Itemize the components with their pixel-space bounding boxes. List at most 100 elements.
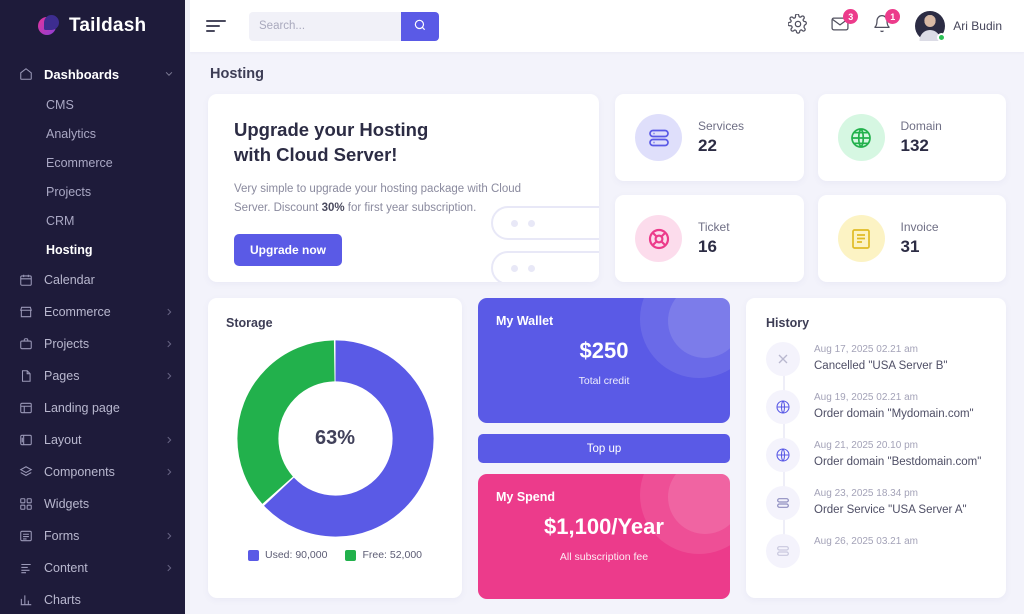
sidebar-item-label: Calendar xyxy=(44,273,95,287)
globe-icon xyxy=(766,390,800,424)
stat-value: 22 xyxy=(698,136,717,155)
sidebar-item-dashboards[interactable]: Dashboards xyxy=(0,58,190,90)
messages-button[interactable]: 3 xyxy=(829,9,859,37)
stat-card-invoice[interactable]: Invoice 31 xyxy=(817,195,1006,282)
chevron-right-icon xyxy=(164,563,174,573)
chevron-right-icon xyxy=(164,371,174,381)
layout-template-icon xyxy=(18,400,34,416)
online-status-dot xyxy=(937,33,947,42)
history-time: Aug 17, 2025 02.21 am xyxy=(814,344,918,355)
stat-label: Domain xyxy=(900,119,942,133)
globe-icon xyxy=(766,438,800,472)
stat-card-services[interactable]: Services 22 xyxy=(615,94,804,181)
avatar xyxy=(915,11,947,42)
sidebar-item-label: Layout xyxy=(44,433,82,447)
notifications-button[interactable]: 1 xyxy=(871,9,901,37)
history-card: History Aug 17, 2025 02.21 am Cancelled … xyxy=(746,298,1006,598)
history-time: Aug 19, 2025 02.21 am xyxy=(814,392,918,403)
list-item[interactable]: Aug 17, 2025 02.21 am Cancelled "USA Ser… xyxy=(766,342,988,376)
top-up-button[interactable]: Top up xyxy=(478,434,730,463)
storage-card: Storage 63% Used: 90,000 Free: 52,000 xyxy=(208,298,462,598)
gear-icon xyxy=(787,12,808,39)
sidebar-scrollbar[interactable] xyxy=(185,0,190,614)
sidebar-item-label: Ecommerce xyxy=(44,305,111,319)
history-title: History xyxy=(766,316,810,330)
sidebar-item-charts[interactable]: Charts xyxy=(0,584,190,614)
sidebar-item-label: Content xyxy=(44,561,88,575)
sidebar-item-projects[interactable]: Projects xyxy=(0,328,190,360)
sidebar-item-calendar[interactable]: Calendar xyxy=(0,264,190,296)
hamburger-icon[interactable] xyxy=(206,13,232,39)
sidebar-item-analytics[interactable]: Analytics xyxy=(0,119,190,148)
sidebar-item-label: Forms xyxy=(44,529,80,543)
sidebar-sub-label: Analytics xyxy=(46,126,97,141)
chevron-right-icon xyxy=(164,531,174,541)
content-lines-icon xyxy=(18,560,34,576)
sidebar-item-projects-sub[interactable]: Projects xyxy=(0,177,190,206)
calendar-icon xyxy=(18,272,34,288)
legend-item-used: Used: 90,000 xyxy=(247,549,327,561)
search-input[interactable] xyxy=(249,11,401,41)
stat-label: Invoice xyxy=(900,220,939,234)
close-icon xyxy=(766,342,800,376)
page-title: Hosting xyxy=(210,66,264,82)
list-item[interactable]: Aug 21, 2025 20.10 pm Order domain "Best… xyxy=(766,438,988,472)
legend-swatch xyxy=(345,549,357,561)
notifications-badge: 1 xyxy=(885,9,901,24)
chevron-right-icon xyxy=(164,435,174,445)
sidebar-item-layout[interactable]: Layout xyxy=(0,424,190,456)
legend-swatch xyxy=(247,549,259,561)
history-time: Aug 23, 2025 18.34 pm xyxy=(814,488,918,499)
sidebar-item-widgets[interactable]: Widgets xyxy=(0,488,190,520)
sidebar-item-landing-page[interactable]: Landing page xyxy=(0,392,190,424)
server-icon xyxy=(766,486,800,520)
list-item[interactable]: Aug 23, 2025 18.34 pm Order Service "USA… xyxy=(766,486,988,520)
sidebar-item-forms[interactable]: Forms xyxy=(0,520,190,552)
sidebar-item-components[interactable]: Components xyxy=(0,456,190,488)
chevron-down-icon xyxy=(164,69,174,79)
search-icon xyxy=(413,18,427,35)
stat-value: 132 xyxy=(900,136,929,155)
stat-card-ticket[interactable]: Ticket 16 xyxy=(615,195,804,282)
legend-label: Free: 52,000 xyxy=(362,549,422,561)
sidebar-item-crm[interactable]: CRM xyxy=(0,206,190,235)
upgrade-now-button[interactable]: Upgrade now xyxy=(234,234,343,267)
storage-legend: Used: 90,000 Free: 52,000 xyxy=(226,549,444,561)
search-button[interactable] xyxy=(401,11,439,41)
sidebar-item-pages[interactable]: Pages xyxy=(0,360,190,392)
taildash-logo-icon xyxy=(38,15,60,37)
sidebar-nav: Dashboards CMS Analytics Ecommerce Proje… xyxy=(0,52,190,614)
lifebuoy-icon xyxy=(635,215,682,262)
history-text: Cancelled "USA Server B" xyxy=(814,360,948,372)
user-profile[interactable]: Ari Budin xyxy=(915,11,1002,42)
banner-heading: Upgrade your Hosting with Cloud Server! xyxy=(234,118,573,168)
storage-title: Storage xyxy=(226,316,273,330)
upgrade-banner: Upgrade your Hosting with Cloud Server! … xyxy=(208,94,599,282)
sidebar-item-hosting[interactable]: Hosting xyxy=(0,235,190,264)
list-item[interactable]: Aug 19, 2025 02.21 am Order domain "Mydo… xyxy=(766,390,988,424)
stat-value: 31 xyxy=(900,237,920,256)
widgets-grid-icon xyxy=(18,496,34,512)
page-icon xyxy=(18,368,34,384)
chevron-right-icon xyxy=(164,467,174,477)
bottom-row: Storage 63% Used: 90,000 Free: 52,000 My… xyxy=(208,298,1006,599)
list-item[interactable]: Aug 26, 2025 03.21 am xyxy=(766,534,988,568)
history-time: Aug 26, 2025 03.21 am xyxy=(814,536,918,547)
brand-logo[interactable]: Taildash xyxy=(0,0,190,52)
sidebar-item-label: Charts xyxy=(44,593,81,607)
spend-amount: $1,100/Year xyxy=(544,514,664,539)
server-rack-icon xyxy=(491,206,599,240)
banner-desc-part2: for first year subscription. xyxy=(344,201,477,214)
stat-card-domain[interactable]: Domain 132 xyxy=(817,94,1006,181)
sidebar-item-ecommerce[interactable]: Ecommerce xyxy=(0,296,190,328)
sidebar-item-ecommerce-sub[interactable]: Ecommerce xyxy=(0,148,190,177)
settings-button[interactable] xyxy=(787,12,809,39)
sidebar-layout-icon xyxy=(18,432,34,448)
storage-donut-chart: 63% xyxy=(226,336,444,541)
sidebar-item-content[interactable]: Content xyxy=(0,552,190,584)
spend-subtitle: All subscription fee xyxy=(559,551,649,563)
sidebar-item-cms[interactable]: CMS xyxy=(0,90,190,119)
history-text: Order domain "Bestdomain.com" xyxy=(814,456,982,468)
history-time: Aug 21, 2025 20.10 pm xyxy=(814,440,918,451)
stat-label: Services xyxy=(698,119,745,133)
